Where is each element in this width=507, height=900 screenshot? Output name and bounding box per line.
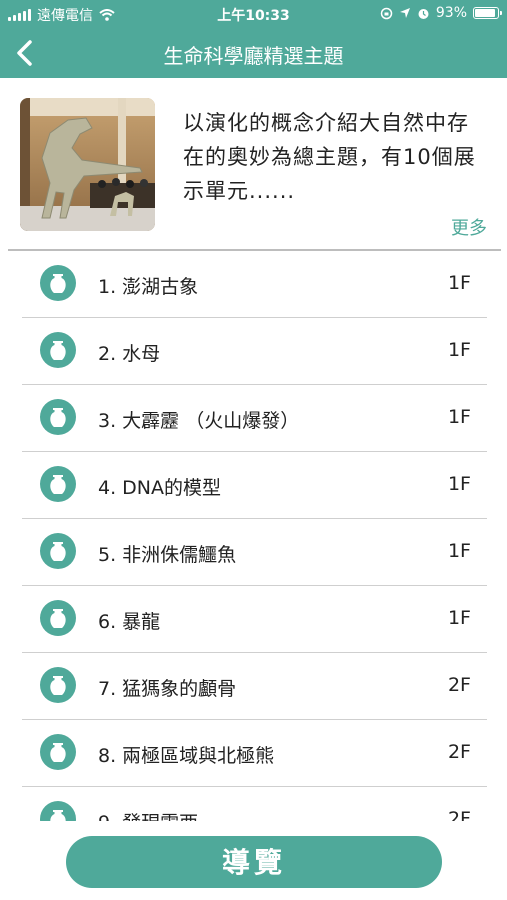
- exhibit-name: 8. 兩極區域與北極熊: [98, 745, 275, 767]
- list-item[interactable]: 8. 兩極區域與北極熊 2F: [22, 720, 487, 787]
- exhibit-floor: 1F: [447, 339, 471, 361]
- exhibit-name: 9. 發現雲西: [98, 808, 198, 821]
- list-item[interactable]: 5. 非洲侏儒鱷魚 1F: [22, 519, 487, 586]
- list-item[interactable]: 6. 暴龍 1F: [22, 586, 487, 653]
- nav-bar: 生命科學廳精選主題: [0, 28, 507, 78]
- more-link[interactable]: 更多: [451, 214, 487, 240]
- battery-icon: [473, 7, 502, 19]
- vase-icon: [40, 600, 76, 636]
- vase-icon: [40, 734, 76, 770]
- exhibit-list: 1. 澎湖古象 1F 2. 水母 1F 3. 大霹靂 （火山爆發） 1F 4. …: [0, 251, 507, 821]
- vase-icon: [40, 399, 76, 435]
- guide-button[interactable]: 導覽: [66, 836, 442, 888]
- exhibit-floor: 1F: [447, 272, 471, 294]
- exhibit-floor: 2F: [447, 741, 471, 763]
- location-icon: [399, 8, 410, 18]
- status-bar: 遠傳電信 上午10:33 93%: [0, 0, 507, 28]
- list-item[interactable]: 2. 水母 1F: [22, 318, 487, 385]
- exhibit-name: 6. 暴龍: [98, 611, 161, 633]
- intro-section: 以演化的概念介紹大自然中存在的奧妙為總主題，有10個展示單元...... 更多: [0, 78, 507, 250]
- page-title: 生命科學廳精選主題: [163, 44, 344, 68]
- exhibit-floor: 1F: [447, 607, 471, 629]
- intro-description: 以演化的概念介紹大自然中存在的奧妙為總主題，有10個展示單元......: [183, 111, 476, 203]
- rotation-lock-icon: [380, 7, 393, 19]
- exhibit-name: 5. 非洲侏儒鱷魚: [98, 544, 237, 566]
- list-item[interactable]: 7. 猛獁象的顱骨 2F: [22, 653, 487, 720]
- exhibit-name: 2. 水母: [98, 343, 161, 365]
- exhibit-floor: 2F: [447, 808, 471, 821]
- vase-icon: [40, 332, 76, 368]
- exhibit-name: 7. 猛獁象的顱骨: [98, 678, 237, 700]
- exhibit-thumbnail: [20, 98, 155, 231]
- exhibit-floor: 1F: [447, 406, 471, 428]
- exhibit-floor: 2F: [447, 674, 471, 696]
- vase-icon: [40, 667, 76, 703]
- alarm-icon: [418, 8, 429, 19]
- list-item[interactable]: 3. 大霹靂 （火山爆發） 1F: [22, 385, 487, 452]
- list-item[interactable]: 4. DNA的模型 1F: [22, 452, 487, 519]
- exhibit-name: 1. 澎湖古象: [98, 276, 199, 298]
- vase-icon: [40, 265, 76, 301]
- list-item[interactable]: 1. 澎湖古象 1F: [22, 251, 487, 318]
- exhibit-floor: 1F: [447, 540, 471, 562]
- exhibit-floor: 1F: [447, 473, 471, 495]
- list-item[interactable]: 9. 發現雲西 2F: [22, 787, 487, 821]
- battery-percent: 93%: [435, 5, 467, 21]
- exhibit-name: 4. DNA的模型: [98, 477, 222, 499]
- vase-icon: [40, 801, 76, 821]
- vase-icon: [40, 533, 76, 569]
- vase-icon: [40, 466, 76, 502]
- status-right: 93%: [380, 5, 502, 21]
- exhibit-name: 3. 大霹靂 （火山爆發）: [98, 410, 300, 432]
